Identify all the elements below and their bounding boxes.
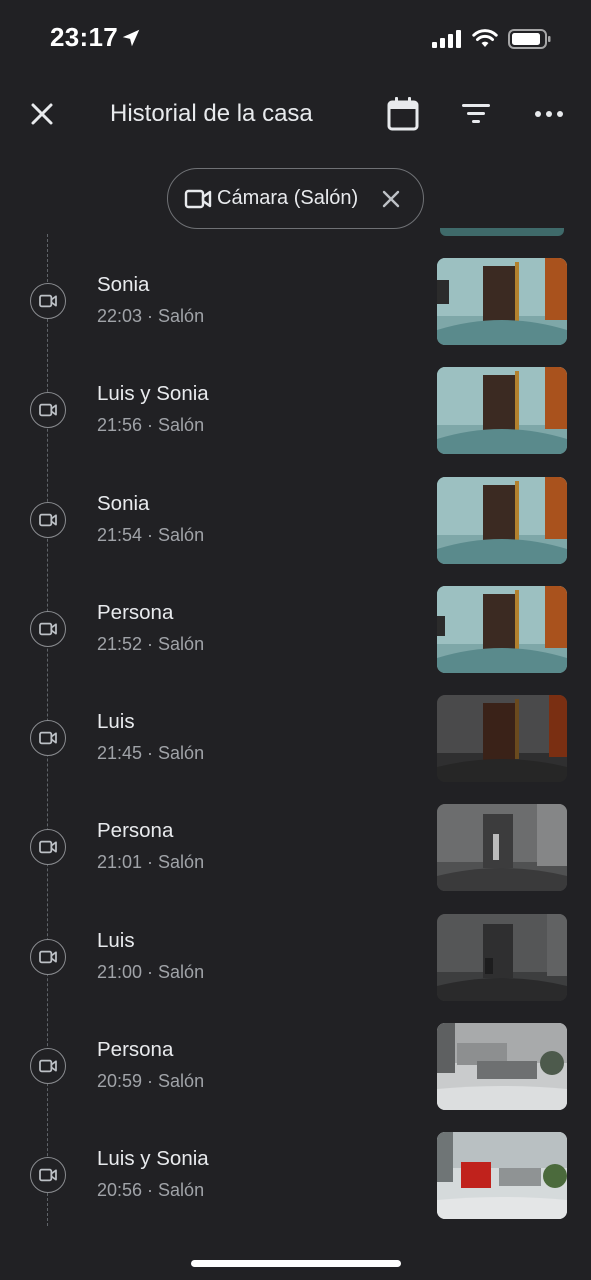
event-row[interactable]: Persona 21:52 · Salón: [0, 584, 591, 693]
video-camera-icon: [30, 392, 66, 429]
location-arrow-icon: [122, 29, 140, 47]
event-title: Persona: [97, 600, 174, 624]
event-thumbnail[interactable]: [437, 258, 567, 345]
event-row[interactable]: Sonia 22:03 · Salón: [0, 256, 591, 365]
event-row[interactable]: Persona 20:59 · Salón: [0, 1021, 591, 1130]
event-meta: 21:56 · Salón: [97, 415, 205, 436]
event-row[interactable]: Luis 21:00 · Salón: [0, 912, 591, 1021]
event-row[interactable]: Luis 21:45 · Salón: [0, 693, 591, 802]
home-indicator[interactable]: [191, 1260, 401, 1267]
battery-icon: [508, 29, 551, 49]
event-meta: 21:01 · Salón: [97, 852, 205, 873]
event-thumbnail[interactable]: [437, 695, 567, 783]
video-camera-icon: [30, 610, 66, 647]
event-thumbnail[interactable]: [437, 476, 567, 564]
event-title: Luis: [97, 928, 135, 952]
event-meta: 20:59 · Salón: [97, 1071, 205, 1092]
event-thumbnail[interactable]: [437, 1023, 567, 1111]
event-meta: 21:52 · Salón: [97, 633, 205, 654]
event-meta: 22:03 · Salón: [97, 306, 205, 326]
event-thumbnail[interactable]: [437, 1132, 567, 1220]
app-header: Historial de la casa: [0, 80, 591, 150]
video-camera-icon: [30, 938, 66, 975]
event-meta: 21:54 · Salón: [97, 524, 205, 545]
filter-icon[interactable]: [460, 100, 492, 128]
video-camera-icon: [30, 501, 66, 538]
calendar-icon[interactable]: [386, 96, 420, 132]
cellular-signal-icon: [432, 30, 461, 48]
event-meta: 21:45 · Salón: [97, 743, 205, 764]
event-title: Persona: [97, 819, 174, 843]
event-title: Sonia: [97, 491, 150, 515]
event-thumbnail[interactable]: [437, 585, 567, 673]
video-camera-icon: [30, 283, 66, 319]
event-meta: 21:00 · Salón: [97, 961, 205, 982]
event-title: Luis y Sonia: [97, 382, 209, 406]
event-title: Luis y Sonia: [97, 1147, 209, 1171]
partial-thumbnail: [440, 228, 564, 236]
event-thumbnail[interactable]: [437, 913, 567, 1001]
chip-label: Cámara (Salón): [217, 187, 359, 209]
event-thumbnail[interactable]: [437, 804, 567, 892]
event-list: Sonia 22:03 · Salón Luis y Sonia 21:56 ·…: [0, 256, 591, 1240]
event-title: Luis: [97, 710, 135, 734]
event-row[interactable]: Luis y Sonia 21:56 · Salón: [0, 365, 591, 474]
event-row[interactable]: Sonia 21:54 · Salón: [0, 475, 591, 584]
chip-close-icon[interactable]: [380, 188, 402, 210]
camera-filter-chip[interactable]: Cámara (Salón): [167, 168, 424, 229]
event-row[interactable]: Luis y Sonia 20:56 · Salón: [0, 1130, 591, 1239]
wifi-icon: [472, 29, 498, 47]
more-icon[interactable]: [534, 100, 564, 128]
event-title: Persona: [97, 1038, 174, 1062]
video-camera-icon: [30, 1048, 66, 1085]
page-title: Historial de la casa: [110, 100, 313, 127]
video-camera-icon: [30, 829, 66, 866]
close-icon[interactable]: [26, 98, 58, 130]
video-camera-icon: [30, 1157, 66, 1194]
event-thumbnail[interactable]: [437, 367, 567, 455]
event-row[interactable]: Persona 21:01 · Salón: [0, 802, 591, 911]
event-title: Sonia: [97, 273, 150, 296]
event-meta: 20:56 · Salón: [97, 1180, 205, 1201]
video-camera-icon: [184, 189, 212, 209]
status-bar: 23:17: [0, 0, 591, 80]
video-camera-icon: [30, 720, 66, 757]
status-time: 23:17: [50, 22, 118, 52]
